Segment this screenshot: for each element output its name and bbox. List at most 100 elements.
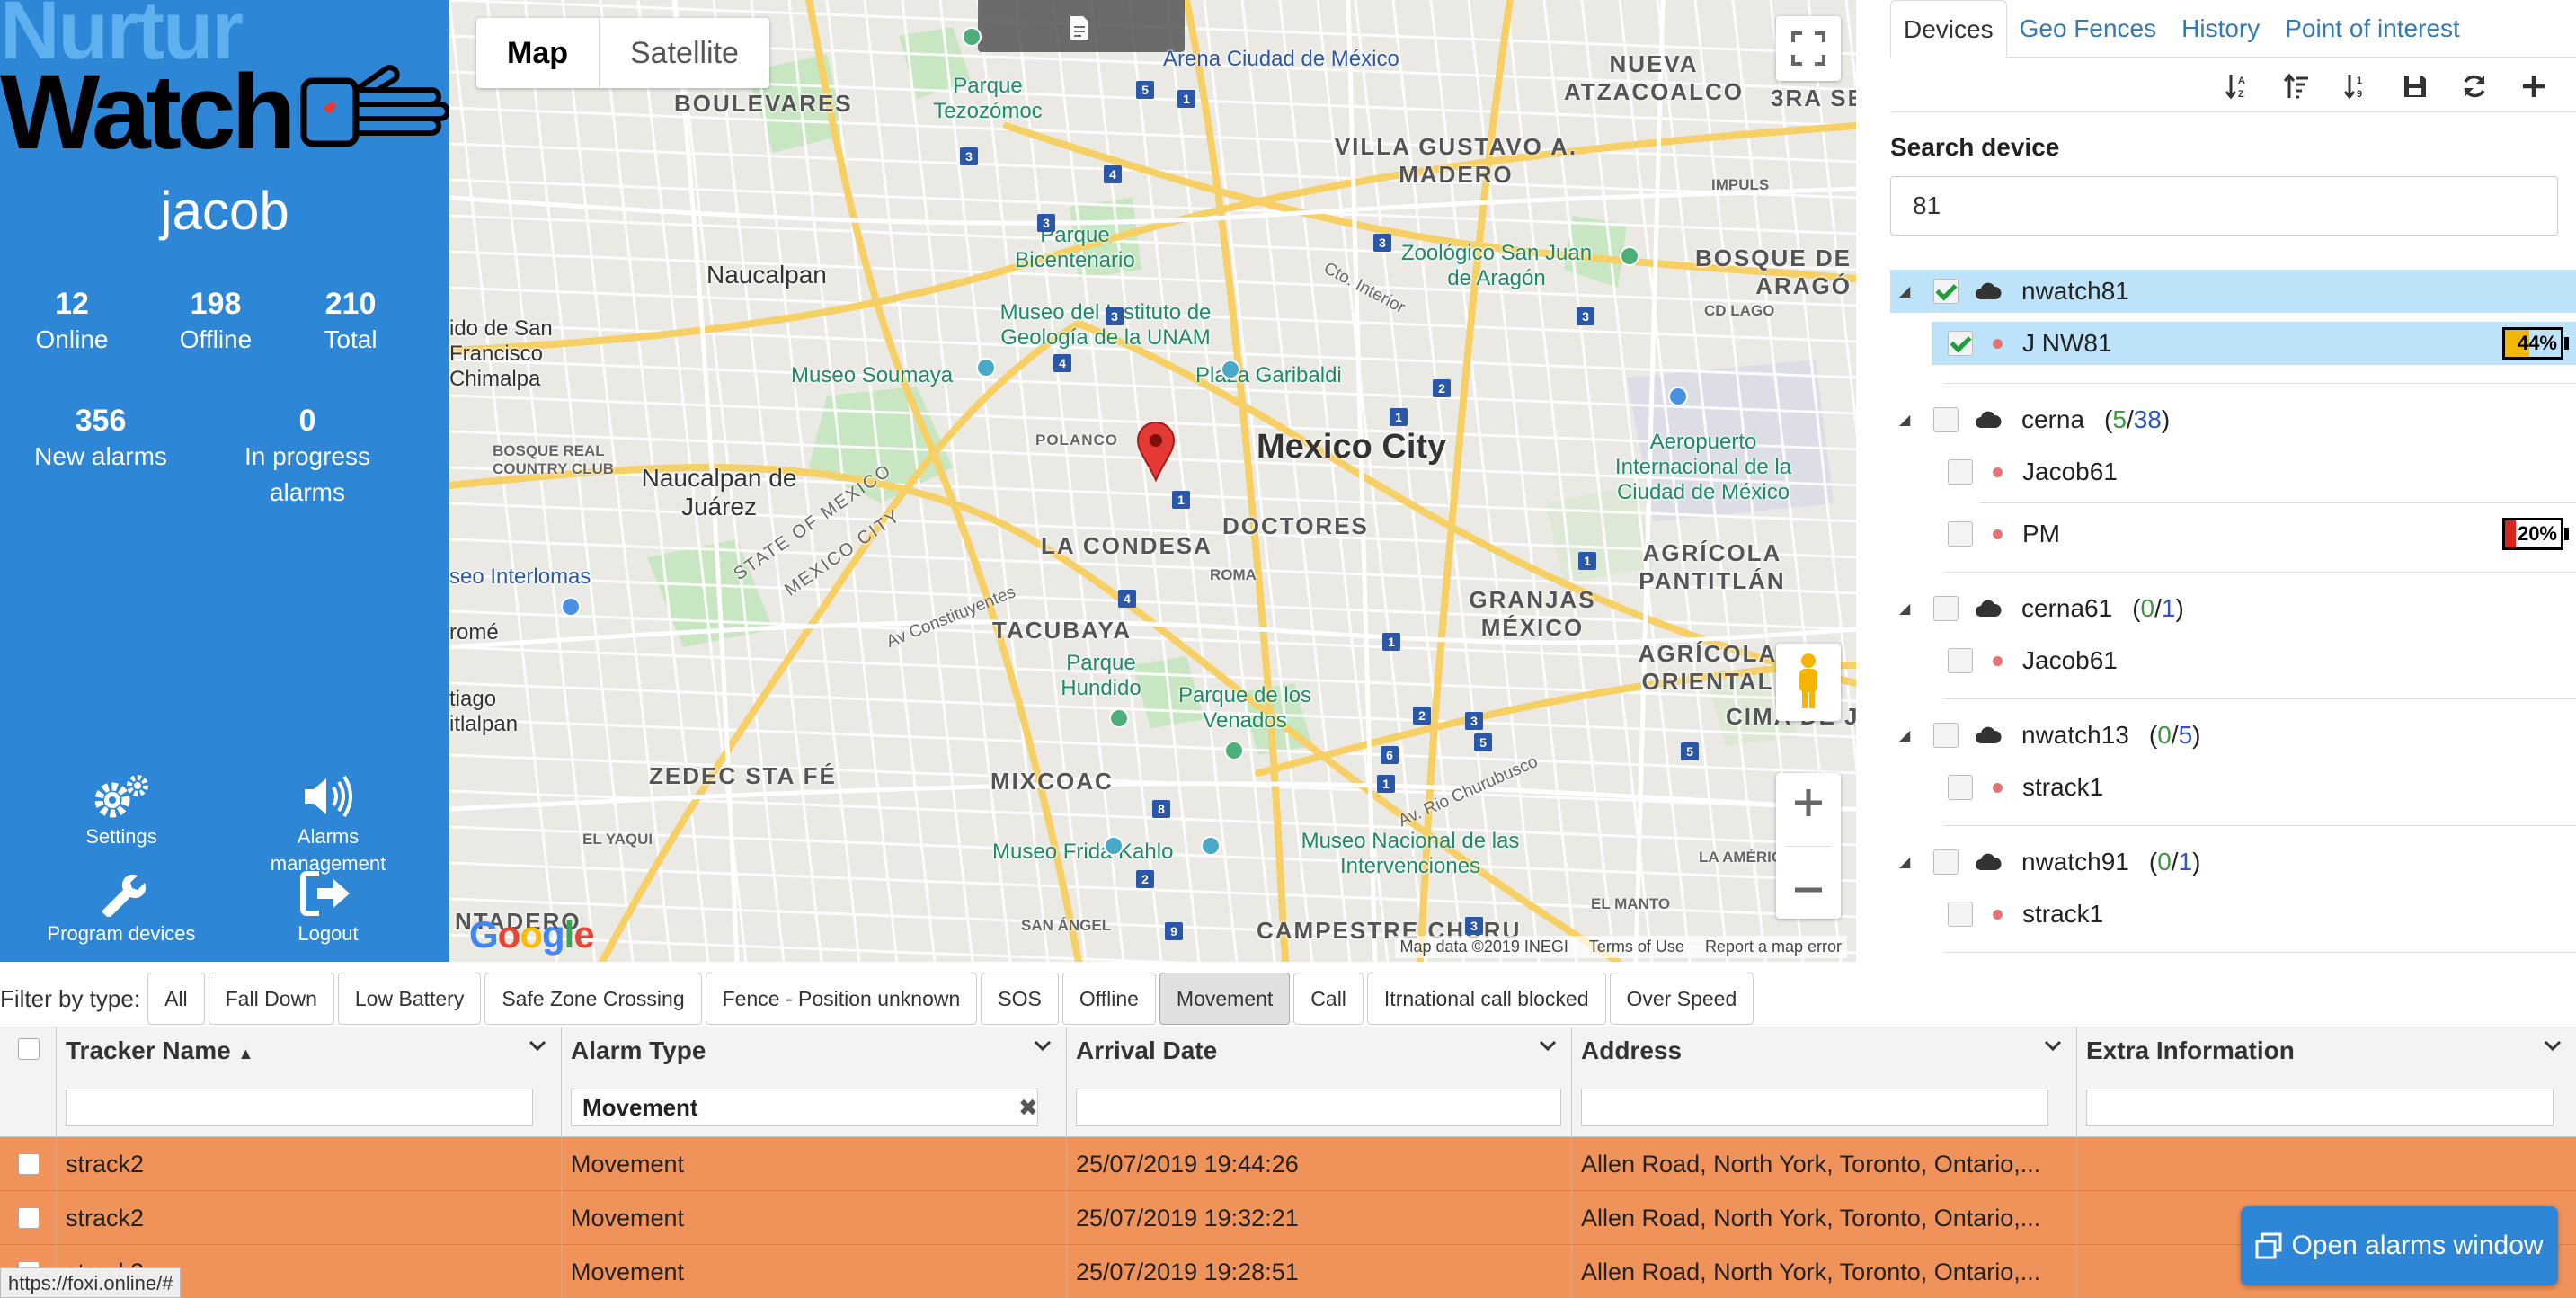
filter-low-battery-button[interactable]: Low Battery xyxy=(337,973,482,1025)
plus-icon xyxy=(2523,76,2545,97)
chevron-down-icon[interactable] xyxy=(1034,1040,1052,1053)
device-checkbox[interactable] xyxy=(1948,902,1973,927)
group-checkbox[interactable] xyxy=(1933,849,1959,875)
tab-point-of-interest[interactable]: Point of interest xyxy=(2272,0,2473,57)
filter-international-call-blocked-button[interactable]: Itrnational call blocked xyxy=(1366,973,1606,1025)
group-checkbox[interactable] xyxy=(1933,596,1959,621)
tree-device-strack1[interactable]: strack1 xyxy=(1932,893,2576,936)
map-label: VILLA GUSTAVO A. MADERO xyxy=(1334,133,1578,188)
clear-filter-icon[interactable]: ✖ xyxy=(1018,1094,1038,1122)
search-device-input[interactable] xyxy=(1890,176,2558,236)
collapse-arrow-icon[interactable]: ◢ xyxy=(1899,853,1917,871)
sidebar: Nurtur Watch jacob 12 Online 198 Offline… xyxy=(0,0,449,962)
map-view[interactable]: Map Satellite BOULEVARES Parque Tezozómo… xyxy=(449,0,1856,962)
chevron-down-icon[interactable] xyxy=(1539,1040,1557,1053)
add-device-button[interactable] xyxy=(2518,71,2549,102)
collapse-arrow-icon[interactable]: ◢ xyxy=(1899,282,1917,300)
tree-group-nwatch13[interactable]: ◢ nwatch13 (0/5) xyxy=(1890,714,2576,757)
group-checkbox[interactable] xyxy=(1933,723,1959,748)
row-checkbox[interactable] xyxy=(18,1207,40,1229)
wrench-icon xyxy=(102,874,147,917)
column-tracker-name[interactable]: Tracker Name ▲ xyxy=(56,1027,561,1137)
tree-group-cerna[interactable]: ◢ cerna (5/38) xyxy=(1890,398,2576,441)
group-checkbox[interactable] xyxy=(1933,279,1959,304)
map-label: AGRÍCOLA PANTITLÁN xyxy=(1639,539,1786,594)
device-checkbox[interactable] xyxy=(1948,521,1973,547)
open-alarms-window-button[interactable]: Open alarms window xyxy=(2241,1206,2558,1285)
highway-marker: 3 xyxy=(1465,917,1483,935)
tree-device-j-nw81[interactable]: J NW81 44% xyxy=(1932,322,2576,365)
alarms-management-button[interactable]: Alarms management xyxy=(252,773,404,877)
tab-history[interactable]: History xyxy=(2169,0,2272,57)
collapse-arrow-icon[interactable]: ◢ xyxy=(1899,600,1917,618)
map-type-satellite-button[interactable]: Satellite xyxy=(600,18,769,88)
tree-device-pm[interactable]: PM 20% xyxy=(1932,512,2576,556)
filter-all-button[interactable]: All xyxy=(147,973,205,1025)
fullscreen-button[interactable] xyxy=(1776,16,1841,81)
highway-marker: 6 xyxy=(1381,746,1399,764)
table-row[interactable]: strack2 Movement 25/07/2019 19:32:21 All… xyxy=(0,1191,2576,1245)
alarm-type-filter-input[interactable] xyxy=(571,1089,1038,1126)
select-all-checkbox[interactable] xyxy=(18,1038,40,1060)
terms-of-use-link[interactable]: Terms of Use xyxy=(1589,938,1684,956)
row-checkbox[interactable] xyxy=(18,1153,40,1175)
zoom-in-icon[interactable] xyxy=(1793,787,1824,818)
tab-geo-fences[interactable]: Geo Fences xyxy=(2007,0,2170,57)
tree-device-jacob61[interactable]: Jacob61 xyxy=(1932,639,2576,682)
tree-device-jacob61[interactable]: Jacob61 xyxy=(1932,450,2576,493)
tree-device-strack1[interactable]: strack1 xyxy=(1932,766,2576,809)
filter-fall-down-button[interactable]: Fall Down xyxy=(208,973,334,1025)
map-type-map-button[interactable]: Map xyxy=(476,18,600,88)
address-filter-input[interactable] xyxy=(1581,1089,2048,1126)
alarms-management-label: Alarms management xyxy=(270,825,386,875)
sort-alpha-button[interactable]: AZ xyxy=(2222,71,2252,102)
report-map-error-link[interactable]: Report a map error xyxy=(1705,938,1842,956)
sort-amount-button[interactable] xyxy=(2281,71,2312,102)
save-button[interactable] xyxy=(2400,71,2430,102)
column-alarm-type[interactable]: Alarm Type ✖ xyxy=(561,1027,1066,1137)
filter-over-speed-button[interactable]: Over Speed xyxy=(1609,973,1754,1025)
chevron-down-icon[interactable] xyxy=(529,1040,546,1053)
logout-button[interactable]: Logout xyxy=(252,870,404,947)
zoom-control xyxy=(1776,773,1841,919)
device-location-marker-icon[interactable] xyxy=(1136,422,1176,482)
chevron-down-icon[interactable] xyxy=(2044,1040,2062,1053)
tab-devices[interactable]: Devices xyxy=(1890,0,2007,58)
zoom-out-icon[interactable] xyxy=(1793,875,1824,905)
table-row[interactable]: strack2 Movement 25/07/2019 19:28:51 All… xyxy=(0,1245,2576,1298)
tree-group-nwatch91[interactable]: ◢ nwatch91 (0/1) xyxy=(1890,840,2576,884)
column-address[interactable]: Address xyxy=(1571,1027,2076,1137)
filter-call-button[interactable]: Call xyxy=(1293,973,1364,1025)
collapse-arrow-icon[interactable]: ◢ xyxy=(1899,411,1917,429)
device-checkbox[interactable] xyxy=(1948,648,1973,673)
extra-information-filter-input[interactable] xyxy=(2086,1089,2554,1126)
device-checkbox[interactable] xyxy=(1948,775,1973,800)
device-checkbox[interactable] xyxy=(1948,331,1973,356)
filter-movement-button[interactable]: Movement xyxy=(1159,973,1291,1025)
tree-group-cerna61[interactable]: ◢ cerna61 (0/1) xyxy=(1890,587,2576,630)
stat-offline: 198 Offline xyxy=(144,286,288,358)
street-view-pegman-button[interactable] xyxy=(1776,644,1841,721)
filter-safe-zone-crossing-button[interactable]: Safe Zone Crossing xyxy=(484,973,702,1025)
program-devices-button[interactable]: Program devices xyxy=(45,870,198,947)
collapse-arrow-icon[interactable]: ◢ xyxy=(1899,726,1917,744)
filter-fence-position-unknown-button[interactable]: Fence - Position unknown xyxy=(705,973,978,1025)
tree-group-nwatch81[interactable]: ◢ nwatch81 xyxy=(1890,270,2576,313)
filter-sos-button[interactable]: SOS xyxy=(981,973,1059,1025)
refresh-button[interactable] xyxy=(2459,71,2490,102)
device-checkbox[interactable] xyxy=(1948,459,1973,485)
column-title: Alarm Type xyxy=(571,1036,706,1064)
tracker-name-filter-input[interactable] xyxy=(66,1089,533,1126)
search-device-label: Search device xyxy=(1890,133,2060,161)
arrival-date-filter-input[interactable] xyxy=(1076,1089,1561,1126)
brand-logo: Nurtur Watch xyxy=(0,0,449,171)
map-attribution: Map data ©2019 INEGI Terms of Use Report… xyxy=(1394,936,1847,958)
column-arrival-date[interactable]: Arrival Date xyxy=(1066,1027,1571,1137)
sort-numeric-button[interactable]: 19 xyxy=(2341,71,2371,102)
chevron-down-icon[interactable] xyxy=(2544,1040,2562,1053)
column-extra-information[interactable]: Extra Information xyxy=(2076,1027,2576,1137)
settings-button[interactable]: Settings xyxy=(45,773,198,850)
table-row[interactable]: strack2 Movement 25/07/2019 19:44:26 All… xyxy=(0,1137,2576,1191)
filter-offline-button[interactable]: Offline xyxy=(1061,973,1156,1025)
group-checkbox[interactable] xyxy=(1933,407,1959,432)
